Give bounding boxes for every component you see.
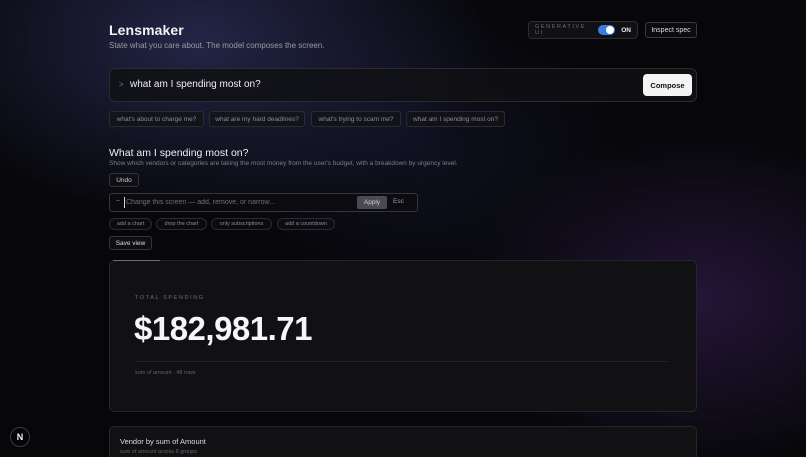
generative-ui-label: GENERATIVE UI <box>535 24 587 36</box>
total-spending-meta: sum of amount · 48 rows <box>135 370 196 376</box>
quick-chip-add-chart[interactable]: add a chart <box>109 218 152 230</box>
suggestion-chip[interactable]: what am I spending most on? <box>406 111 505 127</box>
esc-button[interactable]: Esc <box>393 198 404 205</box>
card-divider <box>135 361 668 362</box>
prompt-input[interactable]: what am I spending most on? <box>130 79 261 90</box>
app-title: Lensmaker <box>109 22 184 38</box>
save-view-button[interactable]: Save view <box>109 236 152 250</box>
toggle-switch[interactable] <box>598 25 616 35</box>
edit-input[interactable] <box>124 197 352 208</box>
toggle-state: ON <box>621 26 631 34</box>
suggestion-chip[interactable]: what's trying to scam me? <box>311 111 401 127</box>
generative-ui-toggle[interactable]: GENERATIVE UI ON <box>528 21 638 39</box>
apply-button[interactable]: Apply <box>357 196 387 209</box>
vendor-card-title: Vendor by sum of Amount <box>120 437 206 446</box>
quick-chip-only-subscriptions[interactable]: only subscriptions <box>211 218 272 230</box>
suggestion-chip[interactable]: what's about to charge me? <box>109 111 204 127</box>
dash-icon: – <box>116 197 120 204</box>
inspect-spec-button[interactable]: Inspect spec <box>645 22 697 38</box>
card-accent-line <box>113 260 160 261</box>
quick-chip-add-countdown[interactable]: add a countdown <box>277 218 335 230</box>
toggle-knob <box>606 26 615 34</box>
section-title: What am I spending most on? <box>109 147 249 159</box>
nextjs-logo-icon[interactable]: N <box>10 427 30 447</box>
app-subtitle: State what you care about. The model com… <box>109 41 325 50</box>
compose-button[interactable]: Compose <box>643 74 692 96</box>
suggestion-chip[interactable]: what are my hard deadlines? <box>209 111 305 127</box>
total-spending-value: $182,981.71 <box>134 310 313 347</box>
quick-chip-drop-chart[interactable]: drop the chart <box>156 218 207 230</box>
section-description: Show which vendors or categories are tak… <box>109 160 458 167</box>
vendor-card-subtitle: sum of amount across 8 groups <box>120 449 198 455</box>
undo-button[interactable]: Undo <box>109 173 139 187</box>
chevron-right-icon: > <box>119 80 124 89</box>
total-spending-label: TOTAL SPENDING <box>135 295 205 301</box>
